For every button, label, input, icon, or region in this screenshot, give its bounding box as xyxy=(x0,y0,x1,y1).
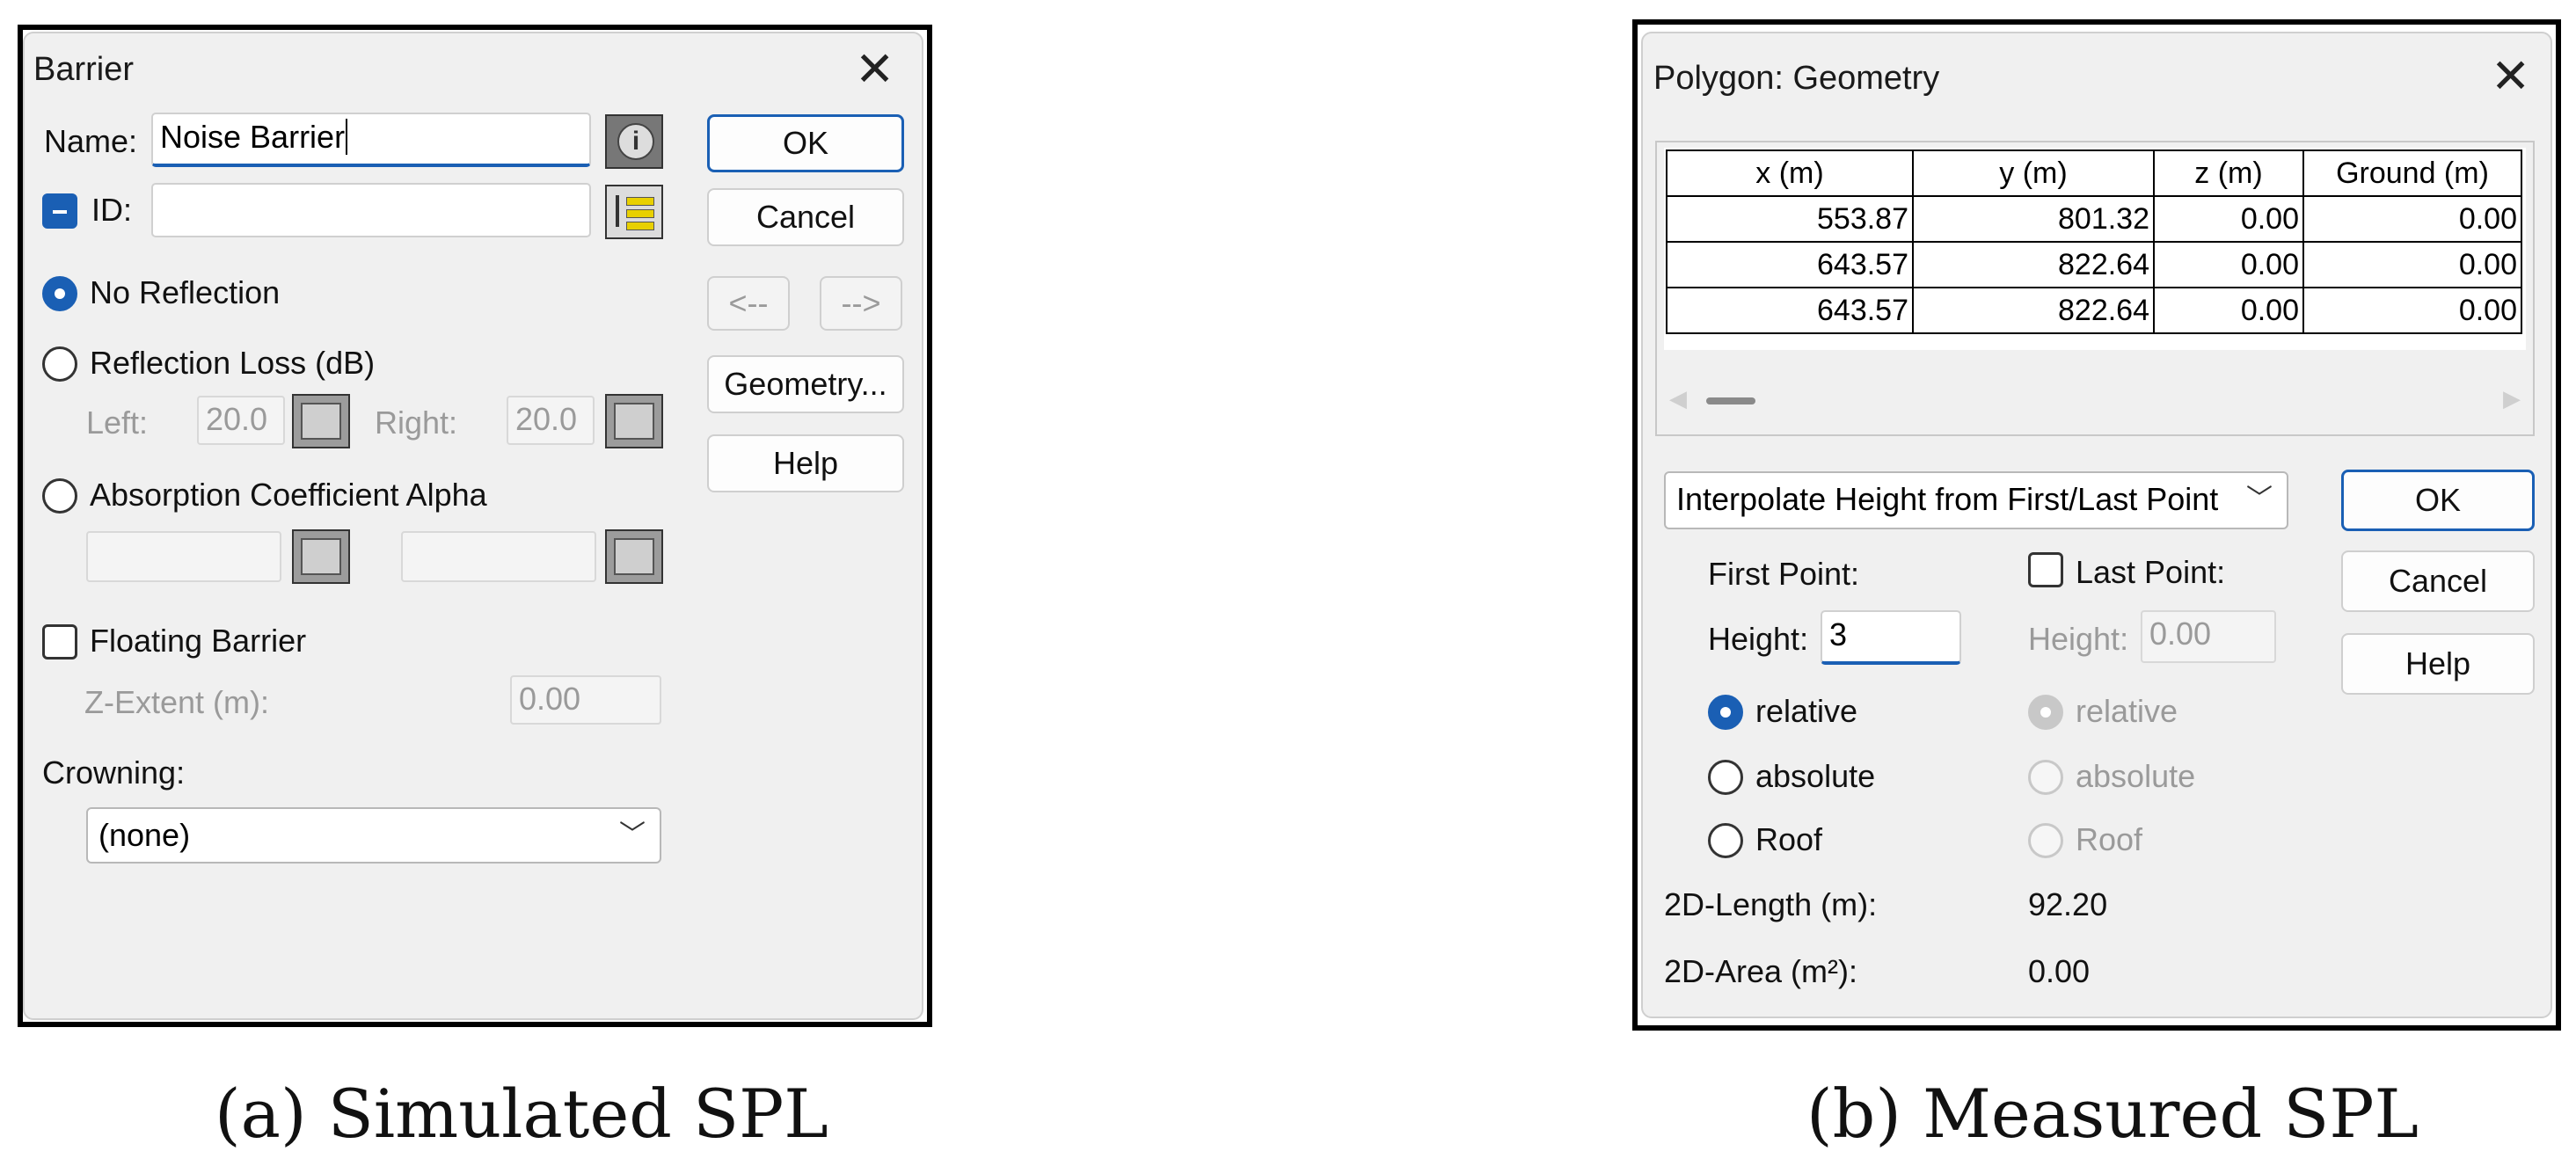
first-roof-label: Roof xyxy=(1755,821,1823,857)
horizontal-scrollbar[interactable]: ◀ ▶ xyxy=(1664,383,2526,419)
first-roof-radio[interactable] xyxy=(1708,823,1743,858)
last-absolute-radio[interactable] xyxy=(2028,760,2063,795)
alpha-right-field[interactable] xyxy=(401,531,596,582)
absorption-label: Absorption Coefficient Alpha xyxy=(90,477,487,513)
cancel-button[interactable]: Cancel xyxy=(2341,550,2535,612)
crowning-value: (none) xyxy=(99,817,191,853)
right-field[interactable]: 20.0 xyxy=(507,396,595,445)
scrollbar-thumb[interactable] xyxy=(1706,397,1755,404)
table-cell[interactable]: 801.32 xyxy=(1912,195,2155,243)
last-height-field[interactable]: 0.00 xyxy=(2141,610,2276,663)
first-point-label: First Point: xyxy=(1708,556,1860,592)
polygon-dialog: Polygon: Geometry ✕ x (m) y (m) z (m) Gr… xyxy=(1641,32,2552,1018)
table-cell[interactable]: 643.57 xyxy=(1666,287,1914,334)
table-cell[interactable]: 643.57 xyxy=(1666,241,1914,288)
area-label: 2D-Area (m²): xyxy=(1664,953,1858,989)
id-label: ID: xyxy=(91,192,133,228)
last-point-label: Last Point: xyxy=(2076,554,2226,590)
table-cell[interactable]: 0.00 xyxy=(2302,195,2522,243)
barrier-dialog: Barrier ✕ Name: Noise Barrier i ID: No R… xyxy=(23,32,923,1020)
interpolation-select[interactable]: Interpolate Height from First/Last Point… xyxy=(1664,471,2288,529)
prev-button[interactable]: <-- xyxy=(707,276,790,331)
geometry-button[interactable]: Geometry... xyxy=(707,355,904,413)
help-button[interactable]: Help xyxy=(707,434,904,492)
column-header: y (m) xyxy=(1912,149,2155,197)
no-reflection-label: No Reflection xyxy=(90,274,281,310)
first-relative-radio[interactable] xyxy=(1708,695,1743,730)
left-label: Left: xyxy=(86,404,149,441)
chevron-down-icon: ﹀ xyxy=(619,820,646,849)
info-icon[interactable]: i xyxy=(605,114,663,169)
floating-barrier-label: Floating Barrier xyxy=(90,623,307,659)
table-row[interactable]: 643.57 822.64 0.00 0.00 xyxy=(1666,241,2522,288)
crowning-label: Crowning: xyxy=(42,754,186,791)
right-label: Right: xyxy=(375,404,458,441)
first-relative-label: relative xyxy=(1755,693,1858,729)
floating-barrier-checkbox[interactable] xyxy=(42,624,77,660)
zextent-label: Z-Extent (m): xyxy=(84,684,270,720)
column-header: z (m) xyxy=(2153,149,2304,197)
area-value: 0.00 xyxy=(2028,953,2091,989)
table-cell[interactable]: 0.00 xyxy=(2302,241,2522,288)
scroll-right-icon[interactable]: ▶ xyxy=(2503,385,2521,412)
table-cell[interactable]: 0.00 xyxy=(2153,241,2304,288)
dialog-title: Polygon: Geometry xyxy=(1653,60,1940,97)
table-cell[interactable]: 0.00 xyxy=(2302,287,2522,334)
folder-icon[interactable] xyxy=(605,394,663,448)
no-reflection-radio[interactable] xyxy=(42,276,77,311)
first-absolute-label: absolute xyxy=(1755,758,1876,794)
last-roof-radio[interactable] xyxy=(2028,823,2063,858)
last-relative-label: relative xyxy=(2076,693,2178,729)
alpha-left-field[interactable] xyxy=(86,531,281,582)
close-icon[interactable]: ✕ xyxy=(855,46,894,93)
length-label: 2D-Length (m): xyxy=(1664,886,1878,922)
last-point-checkbox[interactable] xyxy=(2028,552,2063,587)
folder-icon[interactable] xyxy=(605,529,663,584)
last-relative-radio[interactable] xyxy=(2028,695,2063,730)
table-row[interactable]: 643.57 822.64 0.00 0.00 xyxy=(1666,287,2522,334)
cancel-button[interactable]: Cancel xyxy=(707,188,904,246)
last-absolute-label: absolute xyxy=(2076,758,2196,794)
id-checkbox[interactable] xyxy=(42,193,77,229)
column-header: Ground (m) xyxy=(2302,149,2522,197)
caption-b: (b) Measured SPL xyxy=(1806,1075,2419,1153)
first-absolute-radio[interactable] xyxy=(1708,760,1743,795)
crowning-select[interactable]: (none) ﹀ xyxy=(86,807,661,864)
name-value: Noise Barrier xyxy=(160,119,346,155)
close-icon[interactable]: ✕ xyxy=(2491,53,2530,100)
caption-a: (a) Simulated SPL xyxy=(215,1075,828,1153)
left-field[interactable]: 20.0 xyxy=(197,396,285,445)
table-cell[interactable]: 0.00 xyxy=(2153,287,2304,334)
column-header: x (m) xyxy=(1666,149,1914,197)
ok-button[interactable]: OK xyxy=(2341,470,2535,531)
geometry-table[interactable]: x (m) y (m) z (m) Ground (m) 553.87 801.… xyxy=(1666,149,2522,334)
table-row[interactable]: 553.87 801.32 0.00 0.00 xyxy=(1666,195,2522,243)
ok-button[interactable]: OK xyxy=(707,114,904,172)
next-button[interactable]: --> xyxy=(820,276,902,331)
table-cell[interactable]: 822.64 xyxy=(1912,287,2155,334)
absorption-radio[interactable] xyxy=(42,478,77,514)
folder-icon[interactable] xyxy=(292,529,350,584)
chevron-down-icon: ﹀ xyxy=(2246,485,2273,514)
last-roof-label: Roof xyxy=(2076,821,2143,857)
reflection-loss-label: Reflection Loss (dB) xyxy=(90,345,376,381)
last-height-label: Height: xyxy=(2028,621,2129,657)
first-height-field[interactable]: 3 xyxy=(1821,610,1961,665)
table-cell[interactable]: 0.00 xyxy=(2153,195,2304,243)
table-cell[interactable]: 822.64 xyxy=(1912,241,2155,288)
name-label: Name: xyxy=(44,123,138,159)
first-height-label: Height: xyxy=(1708,621,1809,657)
zextent-field[interactable]: 0.00 xyxy=(510,675,661,725)
interpolation-value: Interpolate Height from First/Last Point xyxy=(1676,481,2219,517)
folder-icon[interactable] xyxy=(292,394,350,448)
help-button[interactable]: Help xyxy=(2341,633,2535,695)
table-cell[interactable]: 553.87 xyxy=(1666,195,1914,243)
length-value: 92.20 xyxy=(2028,886,2108,922)
reflection-loss-radio[interactable] xyxy=(42,346,77,382)
scroll-left-icon[interactable]: ◀ xyxy=(1669,385,1687,412)
list-icon[interactable] xyxy=(605,185,663,239)
dialog-title: Barrier xyxy=(33,51,135,88)
id-field[interactable] xyxy=(151,183,591,237)
name-field[interactable]: Noise Barrier xyxy=(151,113,591,167)
